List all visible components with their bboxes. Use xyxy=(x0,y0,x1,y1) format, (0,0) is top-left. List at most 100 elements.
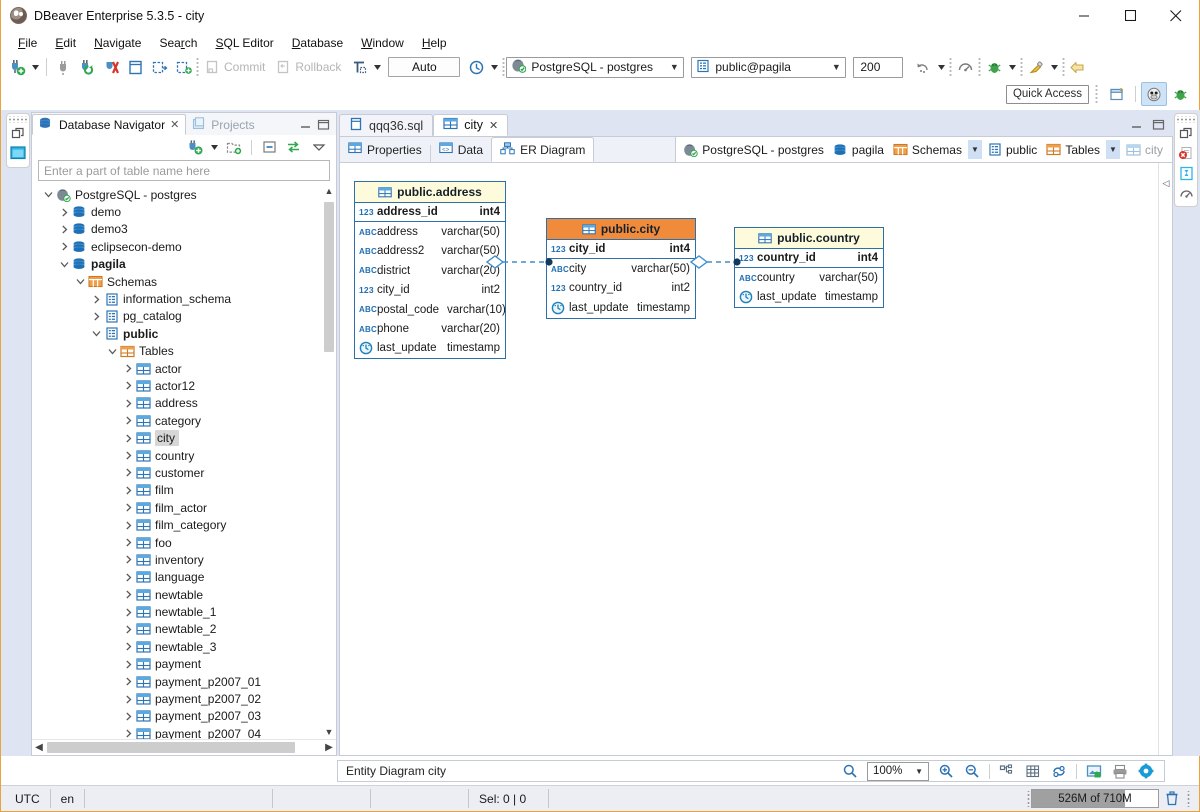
refresh-diagram-icon[interactable] xyxy=(1047,759,1071,783)
commit-icon[interactable] xyxy=(200,55,224,79)
chevron-right-icon[interactable] xyxy=(122,399,135,408)
er-column-row[interactable]: ABC city varchar(50) xyxy=(547,259,695,278)
tab-er-diagram[interactable]: ER Diagram xyxy=(491,137,595,162)
new-connection-dropdown-icon[interactable] xyxy=(29,55,42,79)
tree-item-schemas[interactable]: Schemas xyxy=(32,273,322,290)
chevron-right-icon[interactable] xyxy=(122,468,135,477)
minimize-editor-icon[interactable] xyxy=(1130,119,1143,133)
scrollbar-thumb[interactable] xyxy=(324,202,334,352)
chevron-down-icon[interactable] xyxy=(74,277,87,286)
menu-help[interactable]: Help xyxy=(413,34,456,52)
fetch-size-input[interactable]: 200 xyxy=(853,56,904,78)
tab-database-navigator[interactable]: Database Navigator ✕ xyxy=(32,114,187,135)
dashboard-view-icon[interactable] xyxy=(1175,183,1197,203)
editor-tab-city[interactable]: city ✕ xyxy=(433,114,509,136)
tree-item-inventory[interactable]: inventory xyxy=(32,551,322,568)
sql-script-icon[interactable] xyxy=(171,55,195,79)
chevron-down-icon-zoom[interactable]: ▼ xyxy=(915,767,926,776)
er-column-row[interactable]: last_update timestamp xyxy=(547,298,695,317)
breadcrumb-dropdown-icon[interactable]: ▼ xyxy=(1106,140,1120,159)
tree-item-payment-p2007-01[interactable]: payment_p2007_01 xyxy=(32,673,322,690)
chevron-right-icon[interactable] xyxy=(122,677,135,686)
er-diagram-canvas[interactable]: public.address 123 address_id int4 ABC addres… xyxy=(340,163,1172,755)
chevron-right-icon[interactable] xyxy=(122,712,135,721)
chevron-right-icon[interactable] xyxy=(122,451,135,460)
chevron-right-icon[interactable] xyxy=(122,503,135,512)
tree-item-payment-p2007-02[interactable]: payment_p2007_02 xyxy=(32,690,322,707)
er-column-row[interactable]: ABC phone varchar(20) xyxy=(355,319,505,338)
tree-item-film-category[interactable]: film_category xyxy=(32,516,322,533)
tree-item-customer[interactable]: customer xyxy=(32,464,322,481)
invalidate-connection-icon[interactable] xyxy=(99,55,123,79)
er-column-row[interactable]: ABC country varchar(50) xyxy=(735,268,883,287)
layout-icon[interactable] xyxy=(995,759,1019,783)
schema-select[interactable]: public@pagila ▼ xyxy=(691,56,847,78)
transaction-mode-dropdown-icon[interactable] xyxy=(371,55,384,79)
transaction-mode-icon[interactable] xyxy=(347,55,371,79)
chevron-down-icon[interactable]: ▼ xyxy=(667,62,681,72)
chevron-right-icon[interactable] xyxy=(58,208,71,217)
quick-access-input[interactable]: Quick Access xyxy=(1005,84,1089,104)
er-column-row[interactable]: 123 country_id int2 xyxy=(547,279,695,298)
er-column-row[interactable]: 123 city_id int4 xyxy=(547,240,695,260)
tree-item-film[interactable]: film xyxy=(32,482,322,499)
drag-handle-right[interactable] xyxy=(1175,116,1197,123)
er-column-row[interactable]: last_update timestamp xyxy=(355,339,505,358)
chevron-down-icon[interactable] xyxy=(42,190,55,199)
refresh-connection-icon[interactable] xyxy=(75,55,99,79)
menu-window[interactable]: Window xyxy=(352,34,413,52)
er-entity-header[interactable]: public.city xyxy=(547,219,695,240)
disconnect-icon[interactable] xyxy=(51,55,75,79)
tree-item-pagila[interactable]: pagila xyxy=(32,256,322,273)
tree-item-postgresql-postgres[interactable]: PostgreSQL - postgres xyxy=(32,186,322,203)
tree-item-newtable-1[interactable]: newtable_1 xyxy=(32,603,322,620)
tree-item-tables[interactable]: Tables xyxy=(32,343,322,360)
back-icon[interactable] xyxy=(1066,55,1090,79)
run-dropdown-icon[interactable] xyxy=(1048,55,1061,79)
menu-file[interactable]: FFileile xyxy=(9,34,46,52)
scroll-right-icon[interactable]: ▶ xyxy=(322,742,336,753)
chevron-right-icon[interactable] xyxy=(58,225,71,234)
tree-item-country[interactable]: country xyxy=(32,447,322,464)
drag-handle[interactable] xyxy=(7,116,29,123)
menu-sql-editor[interactable]: SQL Editor xyxy=(206,34,282,52)
tab-projects[interactable]: Projects xyxy=(186,114,260,135)
chevron-right-icon[interactable] xyxy=(122,590,135,599)
sql-editor-new-icon[interactable] xyxy=(147,55,171,79)
navigator-tree[interactable]: PostgreSQL - postgres demo demo3 eclipsecon… xyxy=(32,184,336,739)
search-input[interactable]: Enter a part of table name here xyxy=(38,160,330,181)
zoom-out-icon[interactable] xyxy=(960,759,984,783)
chevron-right-icon[interactable] xyxy=(90,295,103,304)
chevron-right-icon[interactable] xyxy=(122,416,135,425)
run-icon[interactable] xyxy=(1024,55,1048,79)
chevron-right-icon[interactable] xyxy=(58,242,71,251)
tree-item-newtable[interactable]: newtable xyxy=(32,586,322,603)
zoom-select[interactable]: 100% ▼ xyxy=(867,761,929,781)
tree-horizontal-scrollbar[interactable]: ◀ ▶ xyxy=(32,739,336,755)
maximize-editor-icon[interactable] xyxy=(1152,119,1165,133)
breadcrumb-item-pagila[interactable]: pagila xyxy=(830,141,887,159)
tree-item-demo3[interactable]: demo3 xyxy=(32,221,322,238)
er-column-row[interactable]: ABC address varchar(50) xyxy=(355,222,505,241)
close-icon[interactable]: ✕ xyxy=(489,119,498,132)
debug-dropdown-icon[interactable] xyxy=(1006,55,1019,79)
er-column-row[interactable]: last_update timestamp xyxy=(735,288,883,307)
chevron-right-icon[interactable] xyxy=(122,486,135,495)
tree-item-payment[interactable]: payment xyxy=(32,656,322,673)
auto-commit-button[interactable]: Auto xyxy=(388,57,461,77)
tree-item-foo[interactable]: foo xyxy=(32,534,322,551)
chevron-right-icon[interactable] xyxy=(122,538,135,547)
scroll-left-icon[interactable]: ◀ xyxy=(32,742,46,753)
chevron-down-icon[interactable] xyxy=(90,329,103,338)
chevron-down-icon[interactable] xyxy=(106,347,119,356)
tree-item-eclipsecon-demo[interactable]: eclipsecon-demo xyxy=(32,238,322,255)
view-menu-icon[interactable] xyxy=(307,135,331,159)
grid-icon[interactable] xyxy=(1021,759,1045,783)
tree-item-language[interactable]: language xyxy=(32,569,322,586)
new-connection-dropdown-icon-nav[interactable] xyxy=(208,135,221,159)
chevron-right-icon[interactable] xyxy=(122,642,135,651)
tree-item-payment-p2007-03[interactable]: payment_p2007_03 xyxy=(32,708,322,725)
breadcrumb-item-postgresql-postgres[interactable]: PostgreSQL - postgres xyxy=(680,141,827,159)
tree-item-address[interactable]: address xyxy=(32,395,322,412)
tree-item-newtable-2[interactable]: newtable_2 xyxy=(32,621,322,638)
